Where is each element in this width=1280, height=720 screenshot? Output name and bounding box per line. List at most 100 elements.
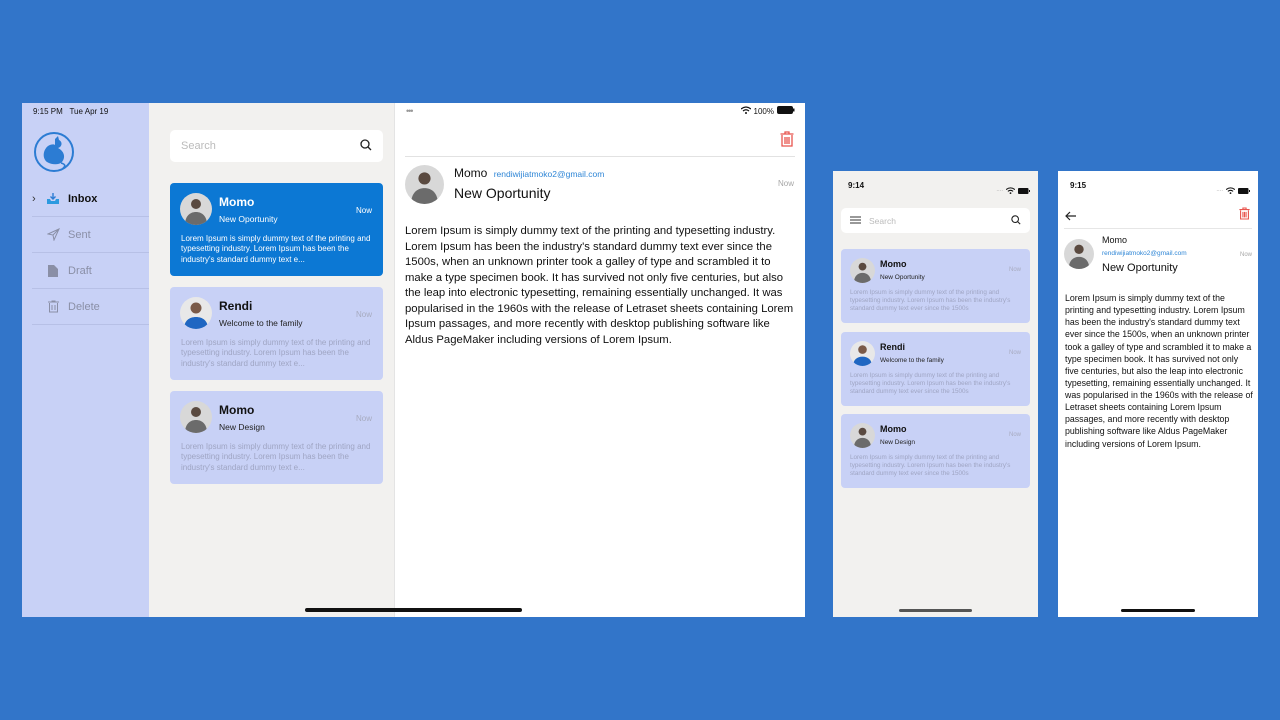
detail-time: Now	[1239, 252, 1252, 258]
trash-icon	[1239, 207, 1250, 224]
avatar	[180, 193, 212, 225]
status-bar-right: ....	[996, 181, 1030, 199]
sidebar-nav: › Inbox Sent Draft Delete	[32, 181, 149, 325]
message-card[interactable]: Momo New Design Now Lorem Ipsum is simpl…	[170, 391, 383, 484]
message-time: Now	[1008, 267, 1021, 273]
detail-subject: New Oportunity	[454, 185, 551, 201]
sidebar-item-label: Sent	[68, 228, 91, 241]
sidebar-item-delete[interactable]: Delete	[32, 289, 149, 325]
status-clock: 9:15 PM	[33, 107, 63, 116]
search-placeholder: Search	[869, 215, 896, 226]
battery-icon	[777, 106, 795, 116]
detail-body: Lorem Ipsum is simply dummy text of the …	[1065, 293, 1253, 449]
sender-email[interactable]: rendiwijiatmoko2@gmail.com	[1102, 250, 1187, 257]
message-subject: Welcome to the family	[880, 357, 944, 364]
sidebar-item-inbox[interactable]: › Inbox	[32, 181, 149, 217]
sidebar-item-label: Delete	[68, 300, 100, 313]
message-preview: Lorem Ipsum is simply dummy text of the …	[181, 338, 371, 368]
home-indicator[interactable]	[305, 608, 522, 612]
avatar	[180, 297, 212, 329]
back-button[interactable]	[1065, 208, 1077, 226]
message-subject: Welcome to the family	[219, 318, 303, 328]
cat-logo-icon	[33, 131, 75, 173]
sidebar-item-label: Draft	[68, 264, 92, 277]
message-preview: Lorem Ipsum is simply dummy text of the …	[850, 289, 1011, 313]
wifi-icon	[1225, 181, 1236, 199]
divider	[1064, 228, 1252, 229]
wifi-icon	[740, 106, 751, 116]
search-input[interactable]: Search	[170, 130, 383, 162]
sidebar: 9:15 PM Tue Apr 19 › Inbox Sent Draft De…	[22, 103, 149, 617]
message-preview: Lorem Ipsum is simply dummy text of the …	[181, 234, 371, 264]
message-subject: New Oportunity	[219, 214, 278, 224]
battery-percent: 100%	[753, 106, 774, 116]
sender-name: Momo	[219, 195, 255, 209]
sidebar-item-sent[interactable]: Sent	[32, 217, 149, 253]
message-preview: Lorem Ipsum is simply dummy text of the …	[181, 442, 371, 472]
detail-header: Momo rendiwijiatmoko2@gmail.com	[454, 166, 604, 180]
sidebar-item-label: Inbox	[68, 192, 98, 205]
message-time: Now	[1008, 432, 1021, 438]
sender-name: Rendi	[880, 342, 906, 352]
message-time: Now	[355, 310, 372, 319]
message-card[interactable]: Momo New Design Now Lorem Ipsum is simpl…	[841, 414, 1030, 488]
detail-body: Lorem Ipsum is simply dummy text of the …	[405, 225, 794, 347]
sender-name: Momo	[880, 259, 907, 269]
trash-icon	[46, 300, 60, 314]
status-bar-right: ....	[1216, 181, 1250, 199]
avatar	[850, 258, 875, 283]
status-clock: 9:14	[848, 181, 865, 190]
message-subject: New Design	[219, 422, 265, 432]
sidebar-item-draft[interactable]: Draft	[32, 253, 149, 289]
status-clock: 9:15	[1070, 181, 1087, 190]
battery-icon	[1018, 181, 1030, 199]
detail-subject: New Oportunity	[1102, 262, 1178, 274]
message-time: Now	[355, 206, 372, 215]
avatar	[850, 341, 875, 366]
message-card[interactable]: Rendi Welcome to the family Now Lorem Ip…	[841, 332, 1030, 406]
status-date: Tue Apr 19	[69, 107, 109, 116]
message-time: Now	[1008, 350, 1021, 356]
status-bar-right: 100%	[740, 106, 795, 116]
delete-button[interactable]	[1239, 207, 1250, 225]
sender-name: Momo	[219, 403, 255, 417]
message-card[interactable]: Momo New Oportunity Now Lorem Ipsum is s…	[170, 183, 383, 276]
document-icon	[46, 264, 60, 278]
home-indicator[interactable]	[899, 609, 972, 612]
multitask-dots[interactable]: •••	[406, 106, 414, 116]
search-icon[interactable]	[1011, 214, 1021, 227]
delete-button[interactable]	[780, 131, 794, 152]
divider	[405, 156, 795, 157]
ipad-screen: 9:15 PM Tue Apr 19 › Inbox Sent Draft De…	[22, 103, 805, 617]
status-time: 9:15 PM Tue Apr 19	[33, 107, 108, 116]
message-subject: New Design	[880, 439, 916, 446]
hamburger-menu-icon[interactable]	[850, 216, 861, 226]
message-detail-pane: ••• 100% Momo rendiwijiatmoko2@gmail.com…	[395, 103, 805, 617]
avatar	[180, 401, 212, 433]
message-preview: Lorem Ipsum is simply dummy text of the …	[850, 372, 1011, 396]
battery-icon	[1238, 181, 1250, 199]
trash-icon	[780, 131, 794, 151]
chevron-right-icon: ›	[32, 192, 36, 205]
message-preview: Lorem Ipsum is simply dummy text of the …	[850, 454, 1011, 478]
avatar	[1064, 239, 1094, 269]
sender-email[interactable]: rendiwijiatmoko2@gmail.com	[494, 169, 605, 179]
inbox-icon	[46, 192, 60, 206]
phone-detail-screen: 9:15 .... Momo rendiwijiatmoko2@gmail.co…	[1058, 171, 1258, 617]
message-card[interactable]: Rendi Welcome to the family Now Lorem Ip…	[170, 287, 383, 380]
signal-icon: ....	[1216, 187, 1223, 193]
signal-icon: ....	[996, 187, 1003, 193]
wifi-icon	[1005, 181, 1016, 199]
message-subject: New Oportunity	[880, 274, 925, 281]
message-list-pane: Search Momo New Oportunity Now Lorem Ips…	[149, 103, 395, 617]
sender-name: Momo	[880, 424, 907, 434]
avatar	[405, 165, 444, 204]
search-icon[interactable]	[360, 138, 372, 154]
message-time: Now	[355, 414, 372, 423]
paper-plane-icon	[46, 228, 60, 242]
sender-name: Momo	[1102, 235, 1128, 245]
search-input[interactable]: Search	[841, 208, 1030, 233]
arrow-left-icon	[1065, 208, 1077, 225]
home-indicator[interactable]	[1121, 609, 1195, 612]
message-card[interactable]: Momo New Oportunity Now Lorem Ipsum is s…	[841, 249, 1030, 323]
